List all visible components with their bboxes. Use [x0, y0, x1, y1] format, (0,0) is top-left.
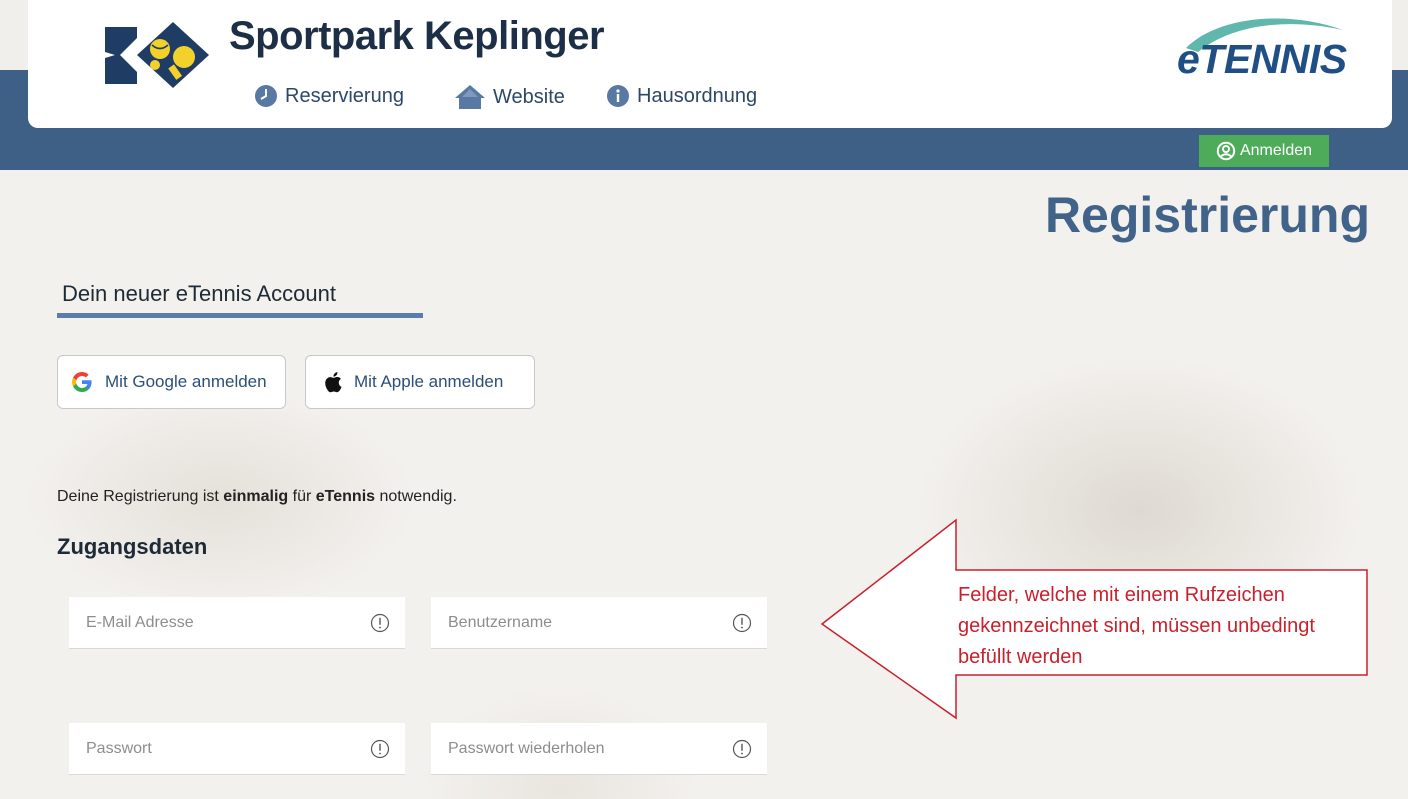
- apple-signin-label: Mit Apple anmelden: [354, 372, 504, 391]
- nav-label: Website: [493, 85, 565, 108]
- account-title: Dein neuer eTennis Account: [62, 281, 336, 306]
- home-icon: [455, 85, 485, 109]
- password-input[interactable]: [69, 723, 349, 774]
- username-input[interactable]: [431, 597, 711, 648]
- required-exclamation-icon: [370, 739, 390, 759]
- required-exclamation-icon: [732, 613, 752, 633]
- login-label: Anmelden: [1239, 142, 1313, 159]
- info-icon: [607, 85, 629, 107]
- password-field[interactable]: [69, 723, 405, 775]
- registration-intro: Deine Registrierung ist einmalig für eTe…: [57, 488, 457, 506]
- required-exclamation-icon: [732, 739, 752, 759]
- apple-icon: [324, 371, 342, 393]
- email-input[interactable]: [69, 597, 349, 648]
- intro-bold: einmalig: [223, 488, 289, 505]
- club-logo[interactable]: [77, 10, 227, 100]
- account-title-underline: [57, 313, 423, 318]
- user-circle-icon: [1216, 141, 1236, 161]
- section-title-zugangsdaten: Zugangsdaten: [57, 534, 208, 559]
- google-signin-label: Mit Google anmelden: [105, 372, 267, 391]
- page-title: Registrierung: [1044, 187, 1370, 243]
- password-repeat-field[interactable]: [431, 723, 767, 775]
- google-signin-button[interactable]: Mit Google anmelden: [57, 355, 286, 409]
- email-field[interactable]: [69, 597, 405, 649]
- nav-item-reservierung[interactable]: Reservierung: [254, 84, 404, 108]
- nav-item-website[interactable]: Website: [454, 84, 565, 110]
- nav-item-hausordnung[interactable]: Hausordnung: [606, 84, 757, 108]
- intro-text: notwendig.: [375, 488, 457, 505]
- intro-text: Deine Registrierung ist: [57, 488, 224, 505]
- password-repeat-input[interactable]: [431, 723, 711, 774]
- required-exclamation-icon: [370, 613, 390, 633]
- login-button[interactable]: Anmelden: [1199, 135, 1329, 167]
- site-title: Sportpark Keplinger: [229, 14, 605, 58]
- nav-label: Reservierung: [285, 84, 404, 107]
- clock-icon: [255, 85, 277, 107]
- nav-label: Hausordnung: [637, 84, 758, 107]
- google-icon: [71, 371, 93, 393]
- apple-signin-button[interactable]: Mit Apple anmelden: [305, 355, 535, 409]
- intro-bold: eTennis: [315, 488, 376, 505]
- callout-text: Felder, welche mit einem Rufzeichen geke…: [958, 584, 1315, 668]
- intro-text: für: [288, 488, 316, 505]
- etennis-logo[interactable]: eTENNIS: [1177, 36, 1347, 83]
- username-field[interactable]: [431, 597, 767, 649]
